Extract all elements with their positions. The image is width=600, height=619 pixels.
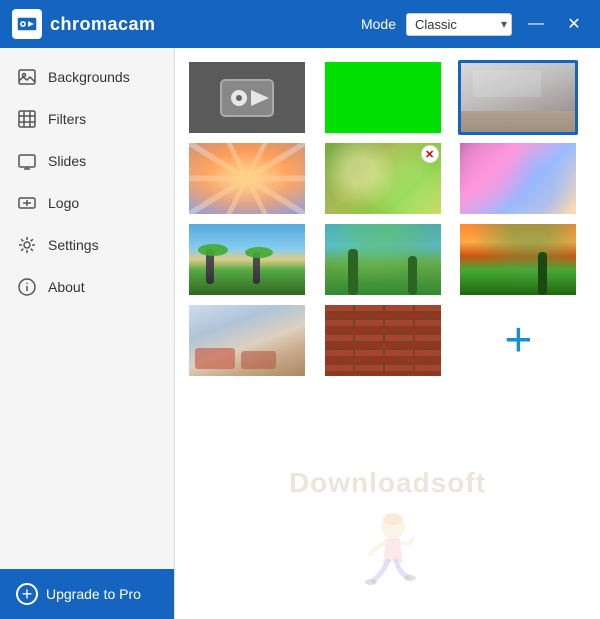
sidebar-item-backgrounds[interactable]: Backgrounds — [0, 56, 174, 98]
sidebar-menu: Backgrounds Filters — [0, 48, 174, 569]
sidebar-item-logo[interactable]: Logo — [0, 182, 174, 224]
mode-select[interactable]: Classic Virtual Greenscreen — [406, 13, 512, 36]
minimize-button[interactable]: — — [522, 10, 550, 38]
sidebar-item-label: About — [48, 279, 85, 295]
content-area: ✕ — [175, 48, 600, 619]
sidebar-item-filters[interactable]: Filters — [0, 98, 174, 140]
title-bar-controls: Mode Classic Virtual Greenscreen — ✕ — [361, 10, 588, 38]
image-icon — [16, 66, 38, 88]
background-thumb-palm-warm[interactable] — [458, 222, 578, 297]
add-background-button[interactable]: + — [458, 303, 578, 378]
logo-nav-icon — [16, 192, 38, 214]
background-thumb-bokeh[interactable]: ✕ — [323, 141, 443, 216]
sidebar-item-label: Settings — [48, 237, 99, 253]
background-thumb-green[interactable] — [323, 60, 443, 135]
mascot — [338, 509, 438, 599]
close-button[interactable]: ✕ — [560, 10, 588, 38]
background-thumb-palm-sky[interactable] — [187, 222, 307, 297]
mode-select-wrapper[interactable]: Classic Virtual Greenscreen — [406, 13, 512, 36]
delete-badge[interactable]: ✕ — [421, 145, 439, 163]
sidebar: Backgrounds Filters — [0, 48, 175, 619]
title-bar: chromacam Mode Classic Virtual Greenscre… — [0, 0, 600, 48]
sidebar-item-slides[interactable]: Slides — [0, 140, 174, 182]
sidebar-item-label: Backgrounds — [48, 69, 130, 85]
background-thumb-modern[interactable] — [187, 303, 307, 378]
sidebar-item-label: Filters — [48, 111, 86, 127]
main-layout: Backgrounds Filters — [0, 48, 600, 619]
sidebar-item-label: Logo — [48, 195, 79, 211]
add-icon: + — [504, 317, 532, 365]
settings-icon — [16, 234, 38, 256]
info-icon — [16, 276, 38, 298]
filter-icon — [16, 108, 38, 130]
sidebar-item-about[interactable]: About — [0, 266, 174, 308]
watermark: Downloadsoft — [289, 467, 486, 499]
sidebar-item-label: Slides — [48, 153, 86, 169]
slides-icon — [16, 150, 38, 172]
app-name: chromacam — [50, 14, 156, 35]
background-thumb-palm-close[interactable] — [323, 222, 443, 297]
mode-label: Mode — [361, 16, 396, 32]
upgrade-button[interactable]: + Upgrade to Pro — [0, 569, 174, 619]
background-thumb-logo[interactable] — [187, 60, 307, 135]
background-thumb-room[interactable] — [458, 60, 578, 135]
upgrade-plus-icon: + — [16, 583, 38, 605]
background-thumb-colored-bokeh[interactable] — [458, 141, 578, 216]
upgrade-label: Upgrade to Pro — [46, 586, 141, 602]
background-thumb-rays[interactable] — [187, 141, 307, 216]
logo-icon — [12, 9, 42, 39]
backgrounds-grid: ✕ — [175, 48, 600, 390]
app-logo: chromacam — [12, 9, 156, 39]
sidebar-item-settings[interactable]: Settings — [0, 224, 174, 266]
background-thumb-brick[interactable] — [323, 303, 443, 378]
